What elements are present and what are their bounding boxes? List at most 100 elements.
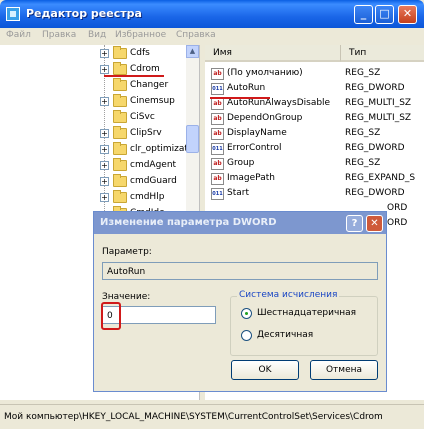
expand-icon[interactable]: + (100, 49, 109, 58)
tree-item[interactable]: CiSvc (0, 110, 200, 125)
status-bar: Мой компьютер\HKEY_LOCAL_MACHINE\SYSTEM\… (0, 404, 424, 429)
binary-value-icon: 011 (211, 188, 224, 200)
maximize-button[interactable]: □ (375, 5, 394, 24)
minimize-button[interactable]: _ (354, 5, 373, 24)
expand-icon[interactable]: + (100, 145, 109, 154)
value-name: ImagePath (227, 173, 275, 183)
string-value-icon: ab (211, 98, 224, 110)
value-row[interactable]: ab (По умолчанию) REG_SZ (205, 67, 424, 81)
tree-item-label: Cinemsup (130, 96, 175, 106)
folder-icon (113, 78, 127, 91)
value-type: ORD (387, 218, 408, 228)
menu-bar: Файл Правка Вид Избранное Справка (0, 28, 424, 44)
radio-hex[interactable] (241, 308, 252, 319)
menu-view[interactable]: Вид (88, 30, 106, 40)
menu-edit[interactable]: Правка (42, 30, 76, 40)
menu-file[interactable]: Файл (6, 30, 31, 40)
param-label: Параметр: (102, 247, 152, 257)
value-row[interactable]: 011 ErrorControl REG_DWORD (205, 142, 424, 156)
tree-item[interactable]: + Cdfs (0, 46, 200, 61)
binary-value-icon: 011 (211, 83, 224, 95)
scroll-up-icon[interactable]: ▲ (186, 45, 199, 58)
tree-item[interactable]: + clr_optimizat (0, 142, 200, 157)
scroll-thumb[interactable] (186, 125, 199, 153)
column-header-type[interactable]: Тип (341, 45, 424, 62)
radio-dec[interactable] (241, 330, 252, 341)
folder-icon (113, 190, 127, 203)
value-name: Group (227, 158, 255, 168)
value-name: AutoRunAlwaysDisable (227, 98, 331, 108)
tree-item-label: cmdAgent (130, 160, 177, 170)
tree-item-selected[interactable]: + Cdrom (0, 62, 200, 77)
annotation-underline-cdrom (104, 75, 164, 77)
tree-item[interactable]: + cmdAgent (0, 158, 200, 173)
dialog-close-button[interactable]: ✕ (366, 215, 383, 232)
value-row[interactable]: 011 AutoRun REG_DWORD (205, 82, 424, 96)
value-type: REG_DWORD (345, 143, 405, 153)
value-label: Значение: (102, 292, 151, 302)
value-type: REG_MULTI_SZ (345, 113, 412, 123)
tree-item-label: Cdrom (130, 64, 160, 74)
tree-item[interactable]: + ClipSrv (0, 126, 200, 141)
cancel-button[interactable]: Отмена (310, 360, 378, 380)
annotation-highlight-value (101, 302, 121, 330)
value-row[interactable]: ab Group REG_SZ (205, 157, 424, 171)
window-title: Редактор реестра (26, 7, 142, 20)
folder-icon (113, 158, 127, 171)
folder-open-icon (113, 62, 127, 75)
ok-button[interactable]: OK (231, 360, 299, 380)
tree-item[interactable]: Changer (0, 78, 200, 93)
folder-icon (113, 174, 127, 187)
value-row[interactable]: ab ImagePath REG_EXPAND_S (205, 172, 424, 186)
expand-icon[interactable]: + (100, 65, 109, 74)
edit-dword-dialog: Изменение параметра DWORD ? ✕ Параметр: … (93, 211, 387, 392)
expand-icon[interactable]: + (100, 97, 109, 106)
value-name: AutoRun (227, 83, 266, 93)
value-type: REG_DWORD (345, 188, 405, 198)
value-name: ErrorControl (227, 143, 282, 153)
expand-icon[interactable]: + (100, 129, 109, 138)
value-type: REG_SZ (345, 68, 381, 78)
value-name: Start (227, 188, 249, 198)
string-value-icon: ab (211, 128, 224, 140)
status-path: Мой компьютер\HKEY_LOCAL_MACHINE\SYSTEM\… (4, 412, 383, 422)
expand-icon[interactable]: + (100, 177, 109, 186)
tree-item-label: cmdGuard (130, 176, 177, 186)
tree-item-label: cmdHlp (130, 192, 165, 202)
binary-value-icon: 011 (211, 143, 224, 155)
tree-item[interactable]: + cmdHlp (0, 190, 200, 205)
tree-item-label: clr_optimizat (130, 144, 188, 154)
dialog-title-bar[interactable]: Изменение параметра DWORD ? ✕ (94, 212, 386, 234)
folder-icon (113, 110, 127, 123)
folder-icon (113, 46, 127, 59)
value-row[interactable]: ab DisplayName REG_SZ (205, 127, 424, 141)
help-button[interactable]: ? (346, 215, 363, 232)
value-row[interactable]: ab DependOnGroup REG_MULTI_SZ (205, 112, 424, 126)
dialog-title: Изменение параметра DWORD (100, 217, 277, 228)
value-row[interactable]: 011 Start REG_DWORD (205, 187, 424, 201)
value-row[interactable]: ab AutoRunAlwaysDisable REG_MULTI_SZ (205, 97, 424, 111)
value-name: DependOnGroup (227, 113, 303, 123)
regedit-icon (6, 7, 20, 21)
tree-item[interactable]: + Cinemsup (0, 94, 200, 109)
string-value-icon: ab (211, 158, 224, 170)
radio-dec-label[interactable]: Десятичная (257, 330, 313, 340)
tree-item-label: Cdfs (130, 48, 150, 58)
value-type: ORD (387, 203, 408, 213)
close-button[interactable]: ✕ (398, 5, 417, 24)
base-groupbox: Система исчисления Шестнадцатеричная Дес… (230, 290, 378, 356)
menu-favorites[interactable]: Избранное (115, 30, 166, 40)
expand-icon[interactable]: + (100, 193, 109, 202)
column-header-name[interactable]: Имя (205, 45, 341, 62)
tree-item[interactable]: + cmdGuard (0, 174, 200, 189)
value-type: REG_DWORD (345, 83, 405, 93)
radio-hex-label[interactable]: Шестнадцатеричная (257, 308, 356, 318)
tree-item-label: Changer (130, 80, 169, 90)
expand-icon[interactable]: + (100, 161, 109, 170)
folder-icon (113, 94, 127, 107)
menu-help[interactable]: Справка (176, 30, 216, 40)
folder-icon (113, 126, 127, 139)
folder-icon (113, 142, 127, 155)
value-type: REG_EXPAND_S (345, 173, 416, 183)
title-bar[interactable]: Редактор реестра _ □ ✕ (0, 0, 424, 28)
